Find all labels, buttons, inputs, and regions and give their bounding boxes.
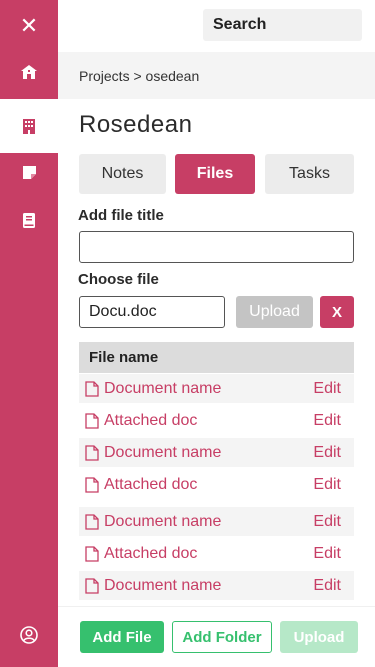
page-title: Rosedean xyxy=(79,111,193,138)
table-row[interactable]: Attached doc Edit xyxy=(79,406,354,435)
file-name-link[interactable]: Document name xyxy=(104,380,313,398)
file-name-link[interactable]: Attached doc xyxy=(104,545,313,563)
document-icon xyxy=(85,412,99,429)
edit-link[interactable]: Edit xyxy=(313,412,341,430)
book-icon[interactable] xyxy=(0,196,58,244)
file-name-link[interactable]: Attached doc xyxy=(104,476,313,494)
building-icon[interactable] xyxy=(0,99,58,153)
breadcrumb-bar: Projects > osedean xyxy=(58,52,375,99)
upload-button[interactable]: Upload xyxy=(280,621,358,653)
file-title-label: Add file title xyxy=(78,207,164,224)
edit-link[interactable]: Edit xyxy=(313,476,341,494)
edit-link[interactable]: Edit xyxy=(313,545,341,563)
breadcrumb[interactable]: Projects > osedean xyxy=(79,68,199,84)
edit-link[interactable]: Edit xyxy=(313,513,341,531)
home-icon[interactable] xyxy=(0,48,58,96)
choose-file-input[interactable]: Docu.doc xyxy=(79,296,225,328)
add-folder-button[interactable]: Add Folder xyxy=(172,621,272,653)
close-icon[interactable]: ✕ xyxy=(0,2,58,50)
document-icon xyxy=(85,476,99,493)
sidebar: ✕ xyxy=(0,0,58,667)
tab-tasks[interactable]: Tasks xyxy=(265,154,354,194)
upload-button-disabled[interactable]: Upload xyxy=(236,296,313,328)
table-row[interactable]: Attached doc Edit xyxy=(79,470,354,499)
search-input[interactable]: Search xyxy=(203,9,362,41)
choose-file-label: Choose file xyxy=(78,271,159,288)
clear-file-button[interactable]: X xyxy=(320,296,354,328)
add-file-button[interactable]: Add File xyxy=(80,621,164,653)
tab-files[interactable]: Files xyxy=(175,154,255,194)
note-icon[interactable] xyxy=(0,148,58,196)
file-name-link[interactable]: Attached doc xyxy=(104,412,313,430)
document-icon xyxy=(85,380,99,397)
file-name-link[interactable]: Document name xyxy=(104,513,313,531)
document-icon xyxy=(85,577,99,594)
table-row[interactable]: Document name Edit xyxy=(79,438,354,467)
edit-link[interactable]: Edit xyxy=(313,380,341,398)
table-row[interactable]: Document name Edit xyxy=(79,374,354,403)
file-name-link[interactable]: Document name xyxy=(104,444,313,462)
file-title-input[interactable] xyxy=(79,231,354,263)
file-name-link[interactable]: Document name xyxy=(104,577,313,595)
table-row[interactable]: Document name Edit xyxy=(79,571,354,600)
document-icon xyxy=(85,444,99,461)
user-icon[interactable] xyxy=(0,611,58,659)
document-icon xyxy=(85,545,99,562)
document-icon xyxy=(85,513,99,530)
edit-link[interactable]: Edit xyxy=(313,577,341,595)
table-row[interactable]: Document name Edit xyxy=(79,507,354,536)
top-bar: Search xyxy=(58,0,375,52)
table-row[interactable]: Attached doc Edit xyxy=(79,539,354,568)
tab-notes[interactable]: Notes xyxy=(79,154,166,194)
edit-link[interactable]: Edit xyxy=(313,444,341,462)
table-header: File name xyxy=(79,342,354,373)
